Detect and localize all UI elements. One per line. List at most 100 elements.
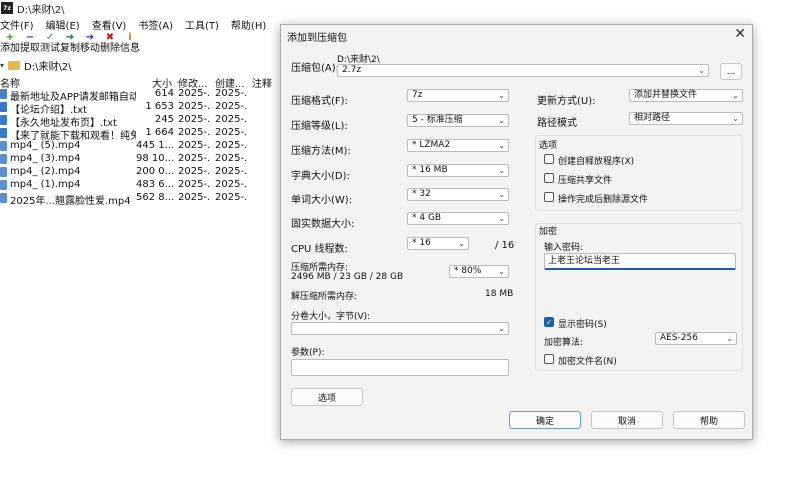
method-value: * LZMA2 — [412, 140, 451, 150]
file-created: 2025-... — [215, 101, 247, 112]
password-input[interactable]: 上老王论坛当老王 — [544, 253, 736, 270]
menu-item[interactable]: 帮助(H) — [231, 17, 266, 32]
dict-combo[interactable]: * 16 MB ⌄ — [407, 164, 509, 177]
menu-item[interactable]: 文件(F) — [0, 17, 34, 32]
toolbar-icon: ➔ — [85, 32, 95, 43]
toolbar-icon: + — [5, 32, 15, 43]
shared-checkbox[interactable] — [544, 173, 554, 183]
file-row[interactable]: mp4_ (1).mp4 483 6... 2025-... 2025-... — [0, 179, 290, 192]
file-row[interactable]: 【论坛介绍】.txt1 6532025-...2025-... — [0, 101, 290, 116]
update-combo[interactable]: 添加并替换文件 ⌄ — [629, 89, 743, 102]
decompress-memory-value: 18 MB — [485, 289, 514, 299]
dict-value: * 16 MB — [412, 165, 448, 175]
file-modified: 2025-... — [178, 101, 210, 112]
file-row[interactable]: mp4_ (2).mp4 200 0... 2025-... 2025-... — [0, 166, 290, 179]
file-created: 2025-... — [215, 153, 247, 164]
file-modified: 2025-... — [178, 127, 210, 138]
toolbar-icon: ✖ — [105, 32, 115, 43]
delete-source-label: 操作完成后删除源文件 — [558, 195, 649, 205]
help-button[interactable]: 帮助 — [673, 411, 745, 429]
file-modified: 2025-... — [178, 140, 210, 151]
file-list: 最新地址及APP请发邮箱自动...6142025-...2025-...【论坛介… — [0, 88, 290, 207]
menu-item[interactable]: 工具(T) — [185, 17, 219, 32]
file-size: 200 0... — [136, 166, 174, 177]
enc-method-combo[interactable]: AES-256 ⌄ — [655, 332, 737, 345]
file-row[interactable]: 【来了就能下载和观看！纯免...1 6642025-...2025-... — [0, 127, 290, 142]
encrypt-names-label: 加密文件名(N) — [558, 357, 617, 367]
file-row[interactable]: 最新地址及APP请发邮箱自动...6142025-...2025-... — [0, 88, 290, 103]
params-label: 参数(P): — [291, 348, 325, 358]
toolbar-button[interactable]: ➔ 复制 — [60, 33, 80, 57]
toolbar-icon: ➔ — [65, 32, 75, 43]
menu-item[interactable]: 编辑(E) — [46, 17, 80, 32]
solid-combo[interactable]: * 4 GB ⌄ — [407, 212, 509, 225]
options-button[interactable]: 选项 — [291, 388, 363, 406]
toolbar-button[interactable]: − 提取 — [20, 33, 40, 57]
format-combo[interactable]: 7z ⌄ — [407, 89, 509, 102]
sfx-checkbox[interactable] — [544, 154, 554, 164]
menu-bar: 文件(F) 编辑(E) 查看(V) 书签(A) 工具(T) 帮助(H) — [0, 17, 278, 32]
chevron-down-icon: ⌄ — [732, 91, 739, 100]
level-label: 压缩等级(L): — [291, 121, 348, 132]
toolbar-label: 提取 — [20, 43, 40, 54]
menu-item[interactable]: 查看(V) — [92, 17, 127, 32]
delete-source-checkbox[interactable] — [544, 192, 554, 202]
file-size: 483 6... — [136, 179, 174, 190]
split-combo[interactable]: ⌄ — [291, 322, 509, 335]
address-bar[interactable]: ▾ D:\来财\2\ — [0, 58, 300, 73]
file-modified: 2025-... — [178, 153, 210, 164]
file-row[interactable]: mp4_ (3).mp4 98 10... 2025-... 2025-... — [0, 153, 290, 166]
file-size: 562 8... — [136, 192, 174, 203]
file-size: 98 10... — [136, 153, 174, 164]
file-row[interactable]: mp4_ (5).mp4 445 1... 2025-... 2025-... — [0, 140, 290, 153]
show-password-checkbox[interactable]: ✓ — [544, 317, 554, 327]
decompress-memory-label: 解压缩所需内存: — [291, 292, 358, 302]
file-icon — [0, 89, 7, 99]
archive-label: 压缩包(A): — [291, 63, 340, 74]
7zip-app-icon: 7z — [1, 2, 13, 14]
chevron-down-icon: ⌄ — [458, 239, 465, 248]
toolbar-button[interactable]: ✖ 删除 — [100, 33, 120, 57]
file-size: 1 653 — [145, 101, 174, 112]
encrypt-names-checkbox[interactable] — [544, 354, 554, 364]
toolbar-button[interactable]: + 添加 — [0, 33, 20, 57]
main-window-title: D:\来财\2\ — [17, 4, 65, 16]
file-icon — [0, 128, 7, 138]
close-icon[interactable]: ✕ — [734, 26, 746, 42]
level-combo[interactable]: 5 - 标准压缩 ⌄ — [407, 114, 509, 127]
toolbar-button[interactable]: i 信息 — [120, 33, 140, 57]
file-row[interactable]: 【永久地址发布页】.txt2452025-...2025-... — [0, 114, 290, 129]
dialog-title: 添加到压缩包 — [287, 33, 347, 44]
file-row[interactable]: 2025年...翘露脸性爱.mp4 562 8... 2025-... 2025-..… — [0, 192, 290, 207]
browse-button[interactable]: ... — [720, 63, 742, 80]
memory-percent-combo[interactable]: * 80% ⌄ — [449, 265, 509, 278]
file-modified: 2025-... — [178, 192, 210, 203]
params-input[interactable] — [291, 359, 509, 376]
chevron-down-icon: ⌄ — [498, 166, 505, 175]
toolbar-button[interactable]: ➔ 移动 — [80, 33, 100, 57]
cpu-value: * 16 — [412, 238, 431, 248]
cpu-combo[interactable]: * 16 ⌄ — [407, 237, 469, 250]
file-created: 2025-... — [215, 140, 247, 151]
update-label: 更新方式(U): — [537, 96, 596, 107]
toolbar-button[interactable]: ✓ 测试 — [40, 33, 60, 57]
archive-name-combo[interactable]: 2.7z ⌄ — [337, 64, 709, 77]
path-mode-combo[interactable]: 相对路径 ⌄ — [629, 112, 743, 125]
folder-icon — [8, 60, 20, 70]
file-icon — [0, 180, 7, 190]
word-combo[interactable]: * 32 ⌄ — [407, 188, 509, 201]
menu-item[interactable]: 书签(A) — [138, 17, 173, 32]
chevron-down-icon: ⌄ — [732, 114, 739, 123]
options-group-title: 选项 — [539, 141, 558, 151]
dict-label: 字典大小(D): — [291, 171, 350, 182]
file-modified: 2025-... — [178, 114, 210, 125]
ok-button[interactable]: 确定 — [509, 411, 581, 429]
address-text[interactable]: D:\来财\2\ — [24, 58, 72, 73]
file-list-header: 名称 大小 修改... 创建... 注释 — [0, 74, 290, 90]
file-size: 614 — [154, 88, 174, 99]
up-arrow-icon[interactable]: ▾ — [0, 61, 8, 70]
enc-method-value: AES-256 — [660, 333, 698, 343]
cancel-button[interactable]: 取消 — [591, 411, 663, 429]
memory-percent-value: * 80% — [454, 266, 482, 276]
method-combo[interactable]: * LZMA2 ⌄ — [407, 139, 509, 152]
